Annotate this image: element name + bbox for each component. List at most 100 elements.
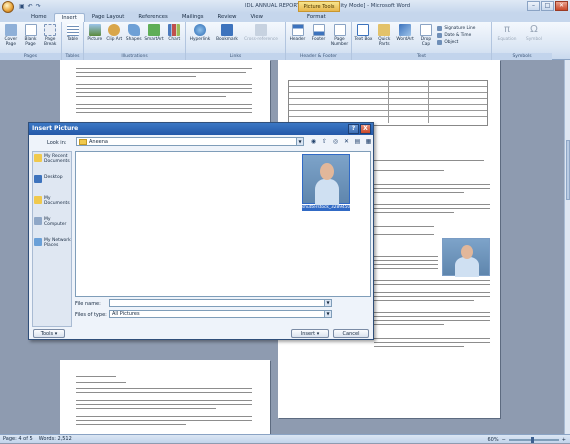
signature-line-icon [437, 25, 443, 31]
group-label-pages: Pages [0, 53, 61, 60]
text-line [76, 68, 252, 69]
group-links: Hyperlink Bookmark Cross-reference Links [186, 22, 286, 60]
new-folder-icon[interactable]: ▤ [353, 137, 362, 146]
look-in-value: Aneena [89, 139, 108, 145]
insert-button[interactable]: Insert ▾ [291, 329, 329, 338]
dialog-close-icon[interactable]: X [360, 124, 371, 134]
shapes-icon [127, 24, 140, 36]
text-line [76, 108, 252, 109]
text-line [374, 268, 438, 269]
blank-page-icon [24, 24, 37, 36]
text-line [374, 184, 490, 185]
text-line [374, 192, 464, 193]
place-my-documents[interactable]: My Documents [33, 194, 71, 213]
text-line [374, 212, 454, 213]
text-box-icon [357, 24, 370, 36]
tab-review[interactable]: Review [211, 13, 244, 22]
desktop-icon [34, 175, 42, 183]
tab-view[interactable]: View [243, 13, 270, 22]
text-line [374, 324, 444, 325]
tab-references[interactable]: References [131, 13, 174, 22]
tab-mailings[interactable]: Mailings [175, 13, 211, 22]
text-line [76, 400, 252, 401]
dialog-title: Insert Picture [32, 125, 79, 132]
text-line [374, 204, 490, 205]
signature-line-button[interactable]: Signature Line [437, 25, 489, 31]
text-line [76, 376, 116, 377]
office-button[interactable] [2, 0, 14, 13]
smartart-icon [148, 24, 160, 36]
group-label-symbols: Symbols [492, 53, 552, 60]
thumbnail-head [320, 163, 334, 180]
minimize-icon[interactable]: – [527, 1, 540, 11]
search-web-icon[interactable]: ◎ [331, 137, 340, 146]
save-icon[interactable]: ▣ [19, 3, 25, 10]
delete-icon[interactable]: ✕ [342, 137, 351, 146]
document-page-3[interactable] [60, 360, 270, 434]
chevron-down-icon[interactable]: ▼ [324, 300, 331, 306]
word-count[interactable]: Words: 2,512 [39, 435, 72, 443]
up-folder-icon[interactable]: ⇧ [320, 137, 329, 146]
close-icon[interactable]: ✕ [555, 1, 568, 11]
look-in-dropdown[interactable]: Aneena ▼ [76, 137, 304, 146]
text-line [76, 112, 252, 113]
page-break-icon [44, 24, 57, 36]
text-line [374, 208, 490, 209]
place-my-computer[interactable]: My Computer [33, 215, 71, 234]
page-number-icon [333, 24, 346, 36]
document-page-1[interactable] [60, 60, 270, 122]
file-thumbnail[interactable] [302, 154, 350, 205]
equation-icon: π [503, 24, 511, 35]
maximize-icon[interactable]: □ [541, 1, 554, 11]
place-desktop[interactable]: Desktop [33, 173, 71, 192]
my-documents-icon [34, 196, 42, 204]
redo-icon[interactable]: ↷ [36, 3, 41, 10]
text-line [374, 264, 438, 265]
tab-format[interactable]: Format [300, 13, 333, 22]
object-button[interactable]: Object [437, 39, 489, 45]
chevron-down-icon[interactable]: ▼ [324, 311, 331, 317]
text-line [374, 296, 490, 297]
page-count[interactable]: Page: 4 of 5 [3, 435, 33, 443]
tab-insert[interactable]: Insert [53, 13, 85, 22]
text-line [374, 188, 490, 189]
table-icon [66, 24, 79, 36]
ribbon: Cover Page Blank Page Page Break Pages T… [0, 22, 570, 60]
text-line [76, 76, 196, 77]
views-icon[interactable]: ▦ [364, 137, 373, 146]
vertical-scrollbar[interactable] [564, 60, 570, 434]
back-icon[interactable]: ◉ [309, 137, 318, 146]
zoom-slider[interactable] [508, 437, 559, 443]
file-name-input[interactable]: ▼ [109, 299, 332, 307]
place-my-recent-documents[interactable]: My Recent Documents [33, 152, 71, 171]
group-label-text: Text [352, 53, 491, 60]
text-line [76, 72, 246, 73]
text-line [76, 104, 252, 105]
help-icon[interactable]: ? [348, 124, 359, 134]
cover-page-icon [4, 24, 17, 36]
group-label-links: Links [186, 53, 285, 60]
date-time-button[interactable]: Date & Time [437, 32, 489, 38]
text-line [374, 346, 464, 347]
tab-home[interactable]: Home [24, 13, 54, 22]
inserted-picture[interactable] [442, 238, 490, 277]
file-name-label[interactable]: shutterstock_32894509 [302, 205, 350, 211]
file-list[interactable]: shutterstock_32894509 [75, 151, 371, 297]
undo-icon[interactable]: ↶ [28, 3, 33, 10]
chevron-down-icon[interactable]: ▼ [296, 138, 303, 145]
tab-page-layout[interactable]: Page Layout [85, 13, 132, 22]
cancel-button[interactable]: Cancel [333, 329, 369, 338]
window-controls: – □ ✕ [527, 1, 568, 11]
group-illustrations: Picture Clip Art Shapes SmartArt Chart I… [84, 22, 186, 60]
document-table [288, 80, 488, 126]
wordart-icon [399, 24, 412, 36]
place-my-network-places[interactable]: My Network Places [33, 236, 71, 255]
folder-icon [79, 139, 87, 145]
tools-button[interactable]: Tools ▾ [33, 329, 65, 338]
zoom-slider-thumb[interactable] [530, 437, 534, 443]
text-line [374, 300, 474, 301]
recent-documents-icon [34, 154, 42, 162]
scrollbar-thumb[interactable] [566, 140, 570, 200]
files-of-type-select[interactable]: All Pictures ▼ [109, 310, 332, 318]
text-line [374, 342, 490, 343]
